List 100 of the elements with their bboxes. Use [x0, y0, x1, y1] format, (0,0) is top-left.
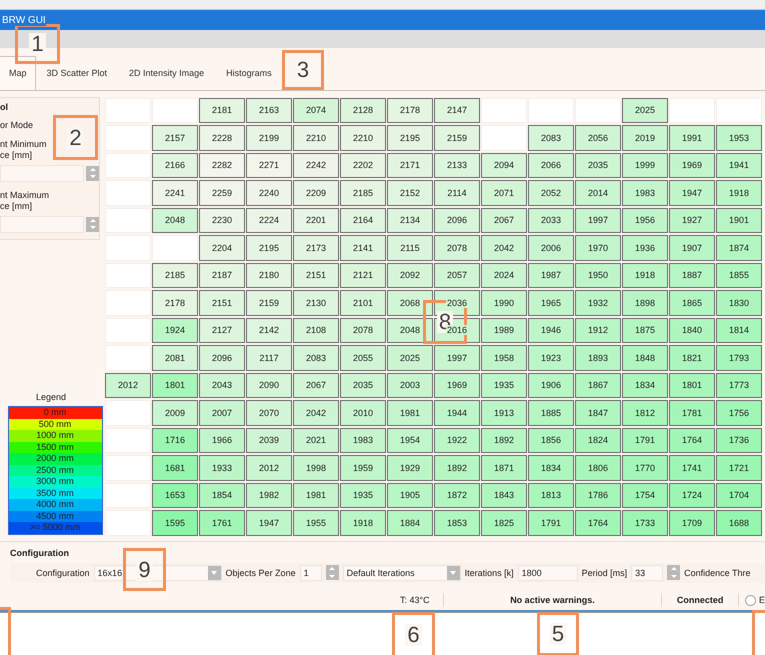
- distance-cell: 2074: [293, 98, 339, 124]
- field-label: Iterations [k]: [464, 568, 514, 578]
- field-label: nt Minimum: [0, 138, 48, 150]
- panel-title: ol: [0, 102, 9, 112]
- distance-cell: 1990: [481, 290, 527, 316]
- distance-cell: 2067: [481, 208, 527, 234]
- distance-cell: 2141: [340, 235, 386, 261]
- callout-box: 2: [53, 115, 98, 160]
- field-label: Confidence Thre: [684, 568, 750, 578]
- distance-cell: 1724: [669, 482, 715, 508]
- distance-cell: 2078: [340, 318, 386, 344]
- input-field[interactable]: 1: [300, 564, 322, 581]
- distance-cell: 1922: [434, 428, 480, 454]
- distance-cell: 2096: [199, 345, 245, 371]
- legend-item: 1000 mm: [8, 430, 102, 442]
- distance-cell: 1892: [434, 455, 480, 481]
- distance-cell: 2259: [199, 180, 245, 206]
- distance-cell: 1918: [340, 510, 386, 536]
- spinner-button[interactable]: [326, 565, 339, 580]
- field-label: nt Maximum: [0, 190, 50, 201]
- legend-item: 4000 mm: [8, 499, 102, 511]
- distance-cell: 2012: [246, 455, 292, 481]
- distance-cell: 1982: [246, 482, 292, 508]
- legend-item: 500 mm: [8, 418, 102, 430]
- distance-cell: 2092: [387, 262, 433, 288]
- input-field[interactable]: 1800: [518, 564, 578, 581]
- distance-cell: 2195: [387, 125, 433, 151]
- spinner-button[interactable]: [86, 216, 99, 232]
- distance-cell: 1997: [575, 208, 621, 234]
- distance-cell: 1887: [669, 262, 715, 288]
- distance-cell: 1898: [622, 290, 668, 316]
- distance-cell: 1801: [669, 372, 715, 398]
- distance-cell: 1965: [528, 290, 574, 316]
- distance-cell: 1969: [669, 152, 715, 178]
- distance-cell: 2024: [481, 262, 527, 288]
- distance-cell: 1854: [199, 482, 245, 508]
- distance-cell: 1721: [716, 455, 762, 481]
- iterations-dropdown[interactable]: Default Iterations: [342, 564, 461, 581]
- legend-item: 1500 mm: [8, 442, 102, 454]
- distance-cell: 1998: [293, 455, 339, 481]
- distance-cell: 2010: [340, 400, 386, 426]
- distance-cell: 1830: [716, 290, 762, 316]
- distance-cell: 2117: [246, 345, 292, 371]
- distance-cell: 2187: [199, 262, 245, 288]
- distance-cell: 1733: [622, 510, 668, 536]
- warnings-text: No active warnings.: [509, 595, 596, 606]
- callout-box: 1: [15, 24, 60, 64]
- distance-cell: 2096: [434, 208, 480, 234]
- distance-cell: 1741: [669, 455, 715, 481]
- tab[interactable]: Map: [0, 56, 36, 90]
- radio-button[interactable]: [745, 594, 756, 606]
- distance-cell: 1874: [716, 235, 762, 261]
- distance-cell: 2052: [528, 180, 574, 206]
- distance-cell: 2147: [434, 98, 480, 124]
- distance-cell: 2210: [340, 125, 386, 151]
- distance-cell: 1966: [199, 428, 245, 454]
- distance-cell: 2204: [199, 235, 245, 261]
- distance-cell: 2134: [387, 208, 433, 234]
- distance-cell: 1918: [716, 180, 762, 206]
- distance-cell: 2210: [293, 125, 339, 151]
- legend-item: 3000 mm: [8, 476, 102, 488]
- distance-cell: 2078: [434, 235, 480, 261]
- distance-cell: 1944: [434, 400, 480, 426]
- tab[interactable]: 2D Intensity Image: [118, 56, 216, 90]
- distance-cell: 1987: [528, 262, 574, 288]
- distance-cell: 1997: [434, 345, 480, 371]
- distance-cell: 2083: [293, 345, 339, 371]
- distance-cell: 1946: [528, 318, 574, 344]
- spinner-button[interactable]: [667, 565, 680, 580]
- tab[interactable]: Histograms: [215, 56, 283, 90]
- distance-cell: 2282: [199, 152, 245, 178]
- legend-item: 0 mm: [8, 407, 102, 419]
- distance-cell: 1907: [669, 235, 715, 261]
- distance-cell: 1947: [669, 180, 715, 206]
- distance-cell: 2042: [293, 400, 339, 426]
- spinner-button[interactable]: [86, 166, 99, 181]
- input-field[interactable]: 33: [631, 564, 664, 581]
- distance-cell: 2142: [246, 318, 292, 344]
- connection-status: Connected: [676, 595, 724, 606]
- callout-box: 6: [392, 612, 435, 655]
- distance-cell: 2006: [528, 235, 574, 261]
- distance-cell: 1935: [340, 482, 386, 508]
- distance-cell: 2115: [387, 235, 433, 261]
- distance-cell: 1736: [716, 428, 762, 454]
- distance-cell: 2178: [387, 98, 433, 124]
- distance-cell: 2067: [293, 372, 339, 398]
- distance-cell: 2178: [152, 290, 198, 316]
- distance-cell: 2151: [199, 290, 245, 316]
- distance-cell: 1892: [481, 428, 527, 454]
- distance-cell: 2114: [434, 180, 480, 206]
- distance-cell: 1853: [434, 510, 480, 536]
- distance-cell: 1955: [293, 510, 339, 536]
- distance-cell: 2159: [246, 290, 292, 316]
- distance-cell: 1709: [669, 510, 715, 536]
- temperature-text: T: 43°C: [400, 595, 431, 606]
- distance-cell: 1821: [669, 345, 715, 371]
- distance-cell: 2224: [246, 208, 292, 234]
- distance-cell: 2057: [434, 262, 480, 288]
- distance-cell: 2195: [246, 235, 292, 261]
- distance-cell: 1885: [528, 400, 574, 426]
